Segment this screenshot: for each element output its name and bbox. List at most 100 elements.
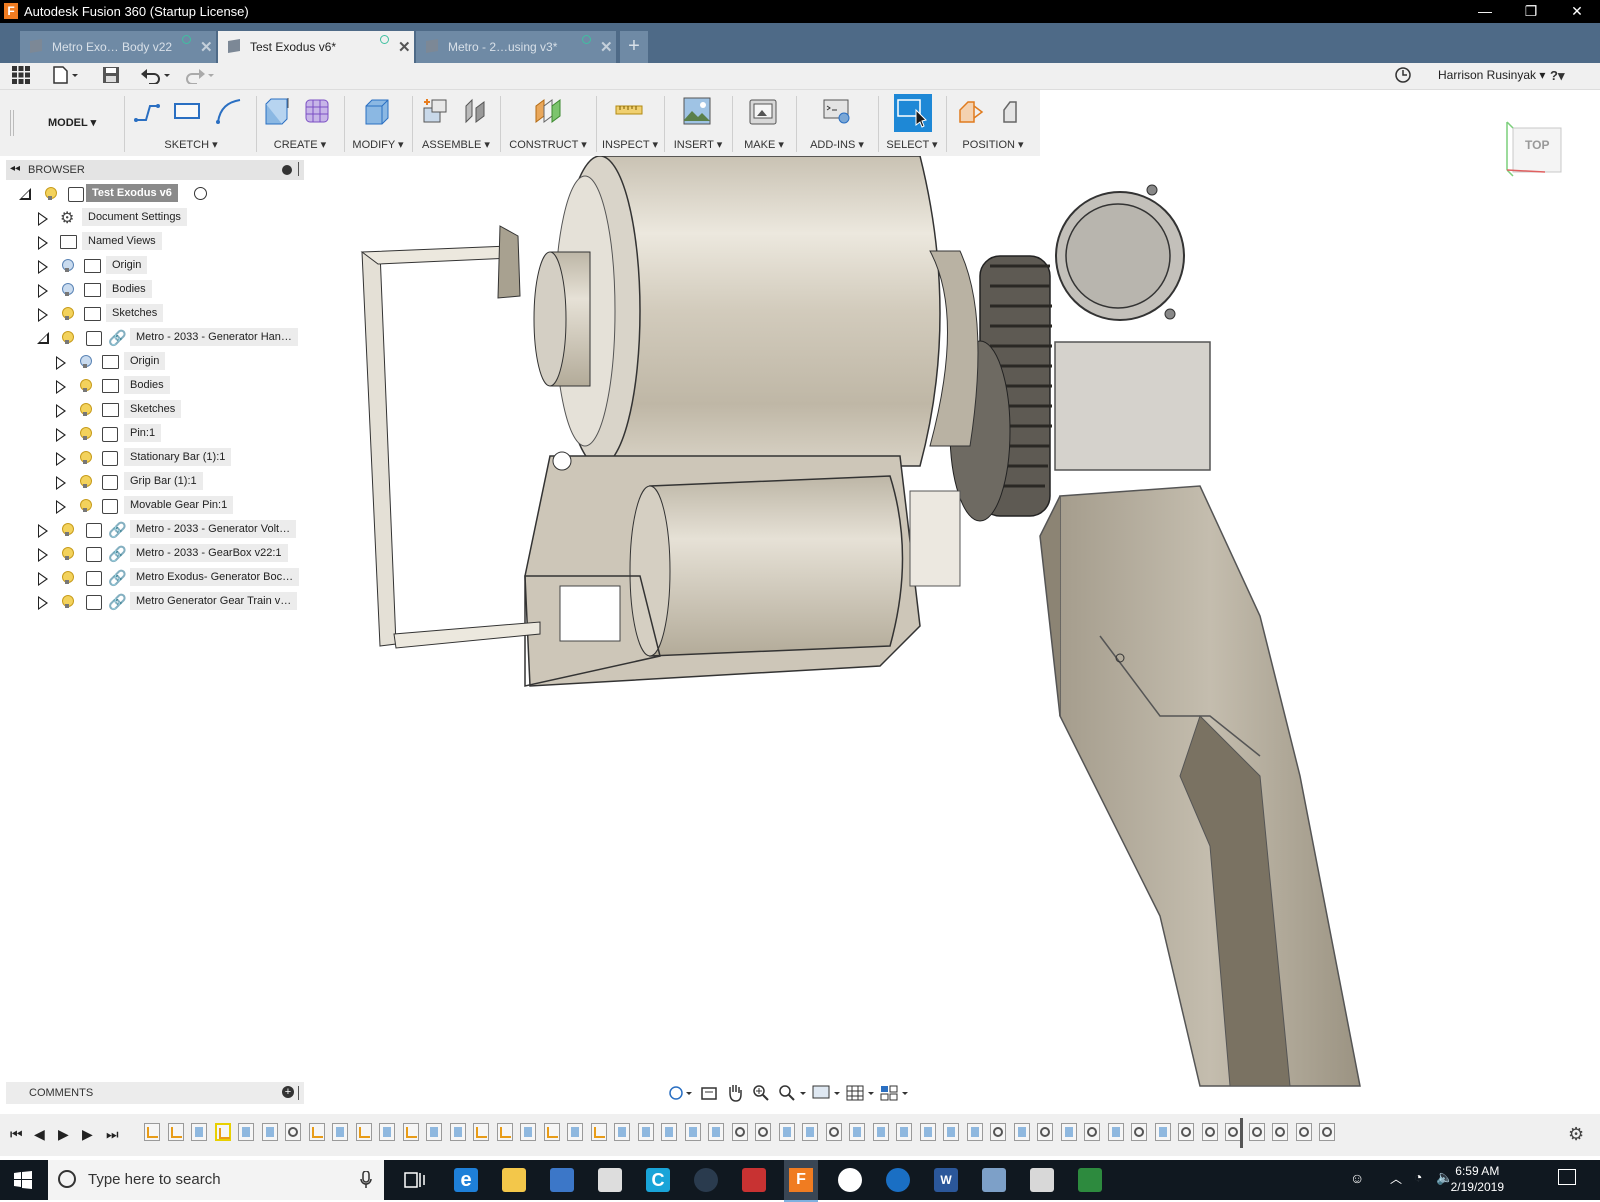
timeline-settings-gear-icon[interactable]: ⚙ [1568,1124,1584,1145]
expand-toggle-icon[interactable] [56,500,66,514]
timeline-extrude-feature[interactable] [966,1123,983,1141]
expand-toggle-icon[interactable] [38,284,48,298]
network-icon[interactable]: ◔ [1414,1169,1422,1185]
line-sketch-icon[interactable] [132,96,162,126]
tree-node-sub-sketches[interactable]: Sketches [0,400,300,422]
visibility-bulb-icon[interactable] [80,379,92,392]
timeline-extrude-feature[interactable] [637,1123,654,1141]
close-tab-icon[interactable]: ✕ [600,38,613,56]
timeline-extrude-feature[interactable] [567,1123,583,1141]
tree-node-root[interactable]: Test Exodus v6 [0,184,300,206]
visibility-bulb-icon[interactable] [80,427,92,440]
tab-metro-exodus-body[interactable]: Metro Exo… Body v22 ✕ [20,31,216,63]
tab-test-exodus[interactable]: Test Exodus v6* ✕ [218,31,414,63]
people-icon[interactable]: ☺ [1350,1170,1364,1186]
3d-print-icon[interactable] [748,96,778,126]
crank-handle-frame[interactable] [360,225,541,649]
microphone-icon[interactable] [360,1171,372,1189]
tree-node-named-views[interactable]: Named Views [0,232,300,254]
timeline-sketch-feature[interactable] [473,1123,489,1141]
minimize-button[interactable]: — [1462,0,1508,23]
grip-handle-body[interactable] [1039,485,1361,1087]
expand-toggle-icon[interactable] [38,308,48,322]
timeline-extrude-feature[interactable] [684,1123,701,1141]
make-group[interactable]: MAKE ▾ [734,90,794,156]
visibility-bulb-icon[interactable] [80,355,92,368]
visibility-bulb-icon[interactable] [62,283,74,296]
tree-node-document-settings[interactable]: ⚙ Document Settings [0,208,300,230]
timeline-sketch-feature[interactable] [496,1123,513,1141]
steam-icon[interactable] [694,1168,718,1192]
app-icon[interactable] [1078,1168,1102,1192]
timeline-joint-feature[interactable] [285,1123,301,1141]
go-to-end-icon[interactable]: ⏭ [106,1126,119,1143]
visibility-bulb-icon[interactable] [62,259,74,272]
user-account-menu[interactable]: Harrison Rusinyak ▾ [1438,68,1545,82]
timeline-joint-feature[interactable] [1295,1123,1312,1141]
system-clock[interactable]: 6:59 AM 2/19/2019 [1451,1163,1504,1195]
timeline-sketch-feature[interactable] [543,1123,560,1141]
close-window-button[interactable]: ✕ [1554,0,1600,23]
timeline-joint-feature[interactable] [1248,1123,1265,1141]
new-tab-button[interactable]: + [620,31,648,63]
window-select-icon[interactable] [894,94,932,132]
position-group[interactable]: POSITION ▾ [948,90,1038,156]
timeline-extrude-feature[interactable] [778,1123,795,1141]
timeline-marker[interactable] [1240,1118,1243,1148]
timeline-extrude-feature[interactable] [919,1123,936,1141]
timeline-sketch-feature[interactable] [355,1123,372,1141]
timeline-joint-feature[interactable] [1037,1123,1053,1141]
save-icon[interactable] [102,66,120,86]
tree-node-generator-handle[interactable]: 🔗 Metro - 2033 - Generator Han… [0,328,300,350]
collapse-panel-icon[interactable]: ◂◂ [10,163,20,174]
display-settings-icon[interactable] [812,1084,842,1102]
calculator-icon[interactable] [1030,1168,1054,1192]
xbox-icon[interactable] [838,1168,862,1192]
timeline-joint-feature[interactable] [755,1123,771,1141]
look-at-icon[interactable] [700,1084,718,1102]
inspect-group[interactable]: INSPECT ▾ [598,90,662,156]
sketch-group[interactable]: SKETCH ▾ [128,90,254,156]
tree-node-sub-bodies[interactable]: Bodies [0,376,300,398]
revert-position-icon[interactable] [996,96,1026,126]
timeline-extrude-feature[interactable] [708,1123,724,1141]
file-menu-icon[interactable] [52,66,80,86]
3d-viewport[interactable] [300,156,1600,1114]
timeline-extrude-feature[interactable] [896,1123,912,1141]
workspace-switcher[interactable]: MODEL ▾ [12,90,120,156]
visibility-bulb-icon[interactable] [80,499,92,512]
timeline-extrude-feature[interactable] [1154,1123,1171,1141]
visibility-bulb-icon[interactable] [62,547,74,560]
taskbar-search-box[interactable]: Type here to search [48,1160,384,1200]
visibility-bulb-icon[interactable] [62,523,74,536]
insert-group[interactable]: INSERT ▾ [666,90,730,156]
arc-sketch-icon[interactable] [214,96,244,126]
mail-icon[interactable] [598,1168,622,1192]
expand-toggle-icon[interactable] [38,548,48,562]
add-comment-icon[interactable]: + [282,1086,294,1098]
visibility-bulb-icon[interactable] [62,571,74,584]
job-status-clock-icon[interactable] [1394,66,1412,86]
visibility-bulb-icon[interactable] [80,451,92,464]
visibility-bulb-icon[interactable] [62,595,74,608]
form-create-icon[interactable] [302,96,332,126]
create-group[interactable]: CREATE ▾ [258,90,342,156]
visibility-bulb-icon[interactable] [62,307,74,320]
timeline-extrude-feature[interactable] [261,1123,278,1141]
photos-icon[interactable] [982,1168,1006,1192]
orbit-icon[interactable] [668,1084,692,1102]
redo-icon[interactable] [182,66,216,86]
tree-node-grip-bar[interactable]: Grip Bar (1):1 [0,472,300,494]
view-cube[interactable]: TOP [1505,120,1569,180]
timeline-extrude-feature[interactable] [520,1123,536,1141]
expand-toggle-icon[interactable] [56,428,66,442]
zoom-icon[interactable] [752,1084,770,1102]
comments-panel-header[interactable]: COMMENTS + [6,1082,304,1104]
timeline-joint-feature[interactable] [825,1123,842,1141]
timeline-extrude-feature[interactable] [872,1123,889,1141]
timeline-extrude-feature[interactable] [802,1123,818,1141]
capture-position-icon[interactable] [956,96,986,126]
close-tab-icon[interactable]: ✕ [200,38,213,56]
timeline-extrude-feature[interactable] [379,1123,395,1141]
timeline-sketch-feature[interactable] [308,1123,325,1141]
